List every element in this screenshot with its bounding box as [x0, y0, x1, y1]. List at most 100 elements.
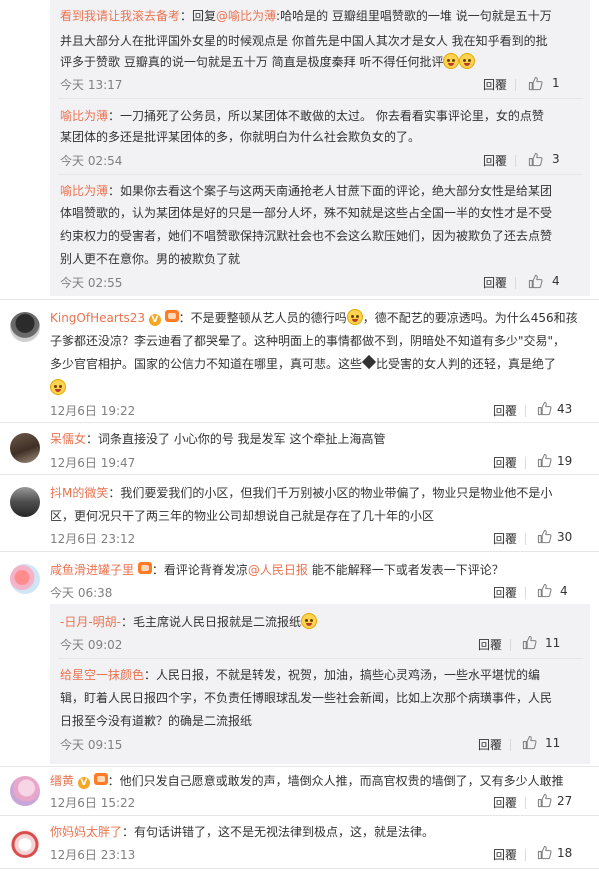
like-count: 18 [557, 846, 573, 860]
divider [58, 658, 583, 659]
commenter-name[interactable]: 缙黄 [50, 774, 74, 788]
like-count: 4 [560, 584, 568, 598]
like-icon[interactable] [528, 76, 543, 91]
comment-text-line: 多少官官相护。国家的公信力不知道在哪里，真可悲。这些 比受害的女人判的还轻，真是绝… [50, 354, 556, 374]
reply-button[interactable]: 回覆 [478, 636, 502, 653]
reply-button[interactable]: 回覆 [493, 794, 517, 811]
avatar[interactable] [10, 433, 40, 463]
like-icon[interactable] [537, 583, 552, 598]
comment-text: 喻比为薄：如果你去看这个案子与这两天南通抢老人甘蔗下面的评论，绝大部分女性是给某… [60, 184, 553, 198]
like-count: 19 [557, 454, 573, 468]
like-icon[interactable] [528, 152, 543, 167]
comment-text-line: 区，更何况只干了两三年的物业公司却想说自己就是存在了几十年的小区 [50, 509, 435, 523]
comment-time: 今天 13:17 [60, 78, 123, 92]
like-count: 27 [557, 794, 573, 808]
divider [515, 277, 516, 289]
comment-time: 今天 09:15 [60, 738, 123, 752]
mention-link[interactable]: @喻比为薄 [216, 9, 276, 23]
like-icon[interactable] [537, 401, 552, 416]
like-count: 43 [557, 402, 573, 416]
like-count: 11 [545, 736, 561, 750]
divider [515, 155, 516, 167]
like-icon[interactable] [537, 845, 552, 860]
comment-time: 12月6日 15:22 [50, 796, 136, 810]
divider [525, 405, 526, 417]
reply-button[interactable]: 回覆 [493, 530, 517, 547]
comment-text: KingOfHearts23 V ：不是要整顿从艺人员的德行吗 ，德不配艺的要凉透… [50, 309, 578, 326]
like-count: 3 [552, 152, 560, 166]
commenter-name[interactable]: KingOfHearts23 [50, 311, 145, 325]
verified-icon: V [77, 777, 90, 789]
comment-text-line: 别人更不在意你。男的被欺负了就 [60, 252, 241, 266]
comment-text: 缙黄 V ：他们只发自己愿意或敢发的声，墙倒众人推，而高官权贵的墙倒了，又有多少… [50, 773, 564, 789]
commenter-name[interactable]: 看到我请让我滚去备考 [60, 9, 180, 23]
comment-time: 12月6日 23:12 [50, 532, 136, 546]
like-count: 4 [552, 274, 560, 288]
comment-text: 呆儒女：词条直接没了 小心你的号 我是发军 这个牵扯上海高管 [50, 432, 386, 446]
mention-link[interactable]: @人民日报 [248, 563, 308, 577]
commenter-name[interactable]: 喻比为薄 [60, 109, 108, 123]
commenter-name[interactable]: -日月-明胡- [60, 615, 121, 629]
reply-button[interactable]: 回覆 [483, 76, 507, 93]
divider [525, 457, 526, 469]
like-icon[interactable] [528, 274, 543, 289]
member-badge-icon [137, 562, 152, 574]
shock-emoji-icon [346, 309, 363, 325]
reply-button[interactable]: 回覆 [493, 846, 517, 863]
like-count: 1 [552, 76, 560, 90]
commenter-name[interactable]: 呆儒女 [50, 432, 86, 446]
comment-text: 喻比为薄：一刀捅死了公务员，所以某团体不敢做的太过。 你去看看实事评论里，女的点… [60, 109, 544, 123]
divider [510, 639, 511, 651]
comment-text: 抖M的微笑：我们要爱我们的小区，但我们千万别被小区的物业带偏了，物业只是物业他不… [50, 486, 553, 500]
comment-text: 给星空一抹颜色：人民日报，不就是转发，祝贺，加油，搞些心灵鸡汤，一些水平堪忧的编 [60, 668, 541, 682]
reply-button[interactable]: 回覆 [493, 454, 517, 471]
commenter-name[interactable]: 你妈妈太胖了 [50, 825, 122, 839]
comment-text: 看到我请让我滚去备考：回复@喻比为薄:哈哈是的 豆瓣组里唱赞歌的一堆 说一句就是… [60, 9, 552, 23]
divider [515, 79, 516, 91]
comment-time: 12月6日 19:22 [50, 404, 136, 418]
member-badge-icon [93, 773, 108, 785]
avatar[interactable] [10, 312, 40, 342]
divider [525, 849, 526, 861]
divider [58, 98, 583, 99]
comment-text-line: 某团体的多还是批评某团体的多，你就明白为什么社会欺负女的了。 [60, 130, 421, 144]
reply-button[interactable]: 回覆 [493, 584, 517, 601]
divider [525, 797, 526, 809]
member-badge-icon [164, 310, 179, 322]
avatar[interactable] [10, 487, 40, 517]
reply-button[interactable]: 回覆 [493, 402, 517, 419]
commenter-name[interactable]: 咸鱼滑进罐子里 [50, 563, 134, 577]
shock-emoji-icon [301, 613, 318, 629]
comment-time: 12月6日 23:13 [50, 848, 136, 862]
commenter-name[interactable]: 喻比为薄 [60, 184, 108, 198]
like-count: 11 [545, 636, 561, 650]
commenter-name[interactable]: 给星空一抹颜色 [60, 668, 144, 682]
like-icon[interactable] [522, 635, 537, 650]
avatar[interactable] [10, 564, 40, 594]
commenter-name[interactable]: 抖M的微笑 [50, 486, 108, 500]
divider [0, 766, 599, 767]
reply-button[interactable]: 回覆 [478, 736, 502, 753]
like-icon[interactable] [537, 529, 552, 544]
comment-text-line: 子爹都还没凉？李云迪看了都哭晕了。这种明面上的事情都做不到，阴暗处不知道有多少"… [50, 334, 566, 348]
comment-time: 今天 02:55 [60, 276, 123, 290]
like-icon[interactable] [537, 793, 552, 808]
comment-time: 12月6日 19:47 [50, 456, 136, 470]
comment-text-line: 约束权力的受害者，她们不唱赞歌保持沉默社会也不会这么欺压她们，因为被欺负了还去点… [60, 229, 553, 243]
laugh-emoji-icon [459, 53, 476, 69]
divider [0, 551, 599, 552]
comment-text-line: 辑，盯着人民日报四个字，不负责任博眼球乱发一些社会新闻，比如上次那个病璜事件，人… [60, 691, 553, 705]
comment-text: 咸鱼滑进罐子里 ：看评论背脊发凉@人民日报 能不能解释一下或者发表一下评论？ [50, 562, 504, 577]
comment-text-line: 体唱赞歌的，认为某团体是好的只是一部分人坏，殊不知就是这些占全国一半的女性才是不… [60, 206, 553, 220]
comment-text: -日月-明胡-：毛主席说人民日报就是二流报纸 [60, 612, 318, 632]
avatar[interactable] [10, 776, 40, 806]
comment-text: 你妈妈太胖了：有句话讲错了，这不是无视法律到极点，这，就是法律。 [50, 825, 435, 839]
like-count: 30 [557, 530, 573, 544]
like-icon[interactable] [522, 735, 537, 750]
divider [58, 174, 583, 175]
reply-button[interactable]: 回覆 [483, 152, 507, 169]
avatar[interactable] [10, 828, 40, 858]
reply-button[interactable]: 回覆 [483, 274, 507, 291]
like-icon[interactable] [537, 453, 552, 468]
divider [0, 868, 599, 869]
